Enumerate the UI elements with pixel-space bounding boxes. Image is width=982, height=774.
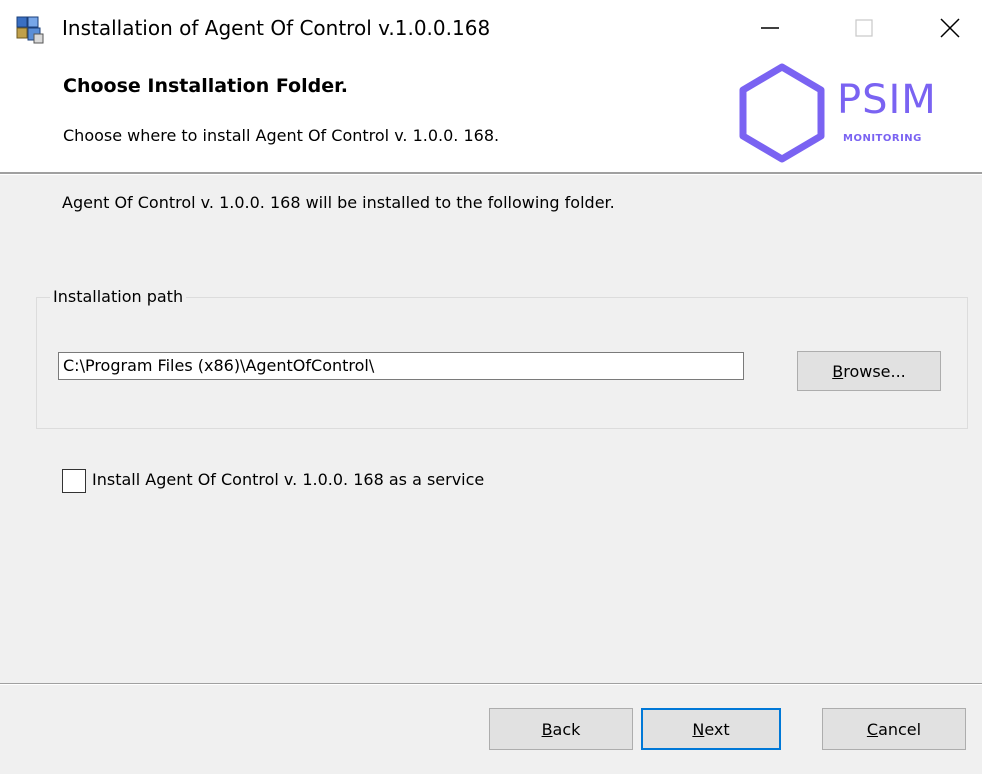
maximize-button [824,0,904,60]
page-title: Choose Installation Folder. [63,75,348,97]
browse-label: rowse... [843,361,906,381]
install-as-service-label[interactable]: Install Agent Of Control v. 1.0.0. 168 a… [92,470,484,489]
close-icon [939,17,961,43]
maximize-icon [854,18,874,42]
installer-icon [14,14,46,46]
cancel-label: ancel [878,719,922,739]
title-bar: Installation of Agent Of Control v.1.0.0… [0,0,982,60]
logo-wordmark: PSIM [837,77,937,123]
footer-divider [0,683,982,685]
psim-logo-hexagon-icon [737,62,827,164]
close-button[interactable] [910,0,982,60]
cancel-accelerator: C [866,719,879,739]
minimize-button[interactable] [730,0,810,60]
logo-tagline: MONITORING [843,133,922,144]
back-label: ack [552,719,581,739]
header-banner: Choose Installation Folder. Choose where… [0,60,982,172]
next-label: ext [704,719,730,739]
back-accelerator: B [541,719,553,739]
installation-path-label: Installation path [50,287,187,306]
installation-path-input[interactable]: C:\Program Files (x86)\AgentOfControl\ [58,352,744,380]
back-button[interactable]: Back [489,708,633,750]
next-accelerator: N [692,719,705,739]
window-title: Installation of Agent Of Control v.1.0.0… [62,16,491,40]
install-as-service-checkbox[interactable] [62,469,86,493]
cancel-button[interactable]: Cancel [822,708,966,750]
next-button[interactable]: Next [641,708,781,750]
header-divider [0,172,982,175]
folder-description: Agent Of Control v. 1.0.0. 168 will be i… [62,193,615,212]
browse-accelerator: B [832,361,844,381]
browse-button[interactable]: Browse... [797,351,941,391]
page-subtitle: Choose where to install Agent Of Control… [63,126,500,145]
minimize-icon [760,18,780,42]
